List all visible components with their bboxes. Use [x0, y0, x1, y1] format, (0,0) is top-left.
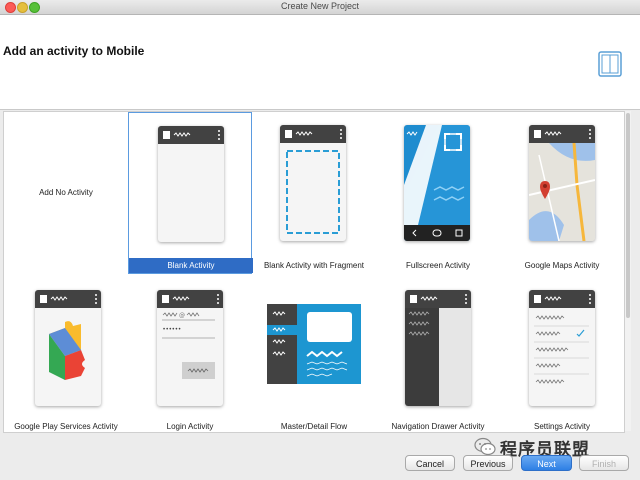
activity-gallery: Add No Activity Blank Activity Blank Act… — [3, 111, 625, 433]
tile-blank-activity[interactable]: Blank Activity — [128, 112, 253, 274]
play-services-preview — [35, 290, 101, 406]
gallery-scrollbar[interactable] — [625, 111, 631, 431]
finish-button[interactable]: Finish — [579, 455, 629, 471]
window-titlebar: Create New Project — [0, 0, 640, 15]
previous-button[interactable]: Previous — [463, 455, 513, 471]
tile-label: Navigation Drawer Activity — [391, 422, 485, 431]
fullscreen-preview — [404, 125, 470, 241]
maps-preview — [529, 125, 595, 241]
tile-master-detail-flow[interactable]: Master/Detail Flow — [252, 277, 376, 432]
tile-label: Google Play Services Activity — [14, 422, 118, 431]
tile-label: Add No Activity — [39, 188, 93, 197]
tile-label: Google Maps Activity — [524, 261, 600, 270]
wizard-header: Add an activity to Mobile — [0, 15, 640, 110]
svg-text:@: @ — [179, 312, 185, 319]
sign-in-button-preview — [182, 362, 215, 379]
tile-google-maps-activity[interactable]: Google Maps Activity — [500, 112, 624, 274]
device-icon — [598, 51, 622, 77]
navigation-drawer-preview — [405, 290, 471, 406]
tile-label: Settings Activity — [533, 422, 591, 431]
puzzle-icon — [49, 321, 85, 380]
scrollbar-thumb[interactable] — [626, 113, 630, 318]
tile-login-activity[interactable]: @ •••••• Login Activity — [128, 277, 252, 432]
tile-blank-activity-fragment[interactable]: Blank Activity with Fragment — [252, 112, 376, 274]
page-title: Add an activity to Mobile — [3, 44, 145, 58]
tile-label: Fullscreen Activity — [405, 261, 471, 270]
tile-settings-activity[interactable]: Settings Activity — [500, 277, 624, 432]
settings-preview — [529, 290, 595, 406]
wechat-logo-icon — [474, 437, 496, 456]
cancel-button[interactable]: Cancel — [405, 455, 455, 471]
tile-google-play-services-activity[interactable]: Google Play Services Activity — [4, 277, 128, 432]
next-button[interactable]: Next — [521, 455, 572, 471]
tile-navigation-drawer-activity[interactable]: Navigation Drawer Activity — [376, 277, 500, 432]
login-preview: @ •••••• — [157, 290, 223, 406]
password-field: •••••• — [163, 327, 182, 333]
tile-label: Master/Detail Flow — [280, 422, 348, 431]
wizard-buttons: Cancel Previous Next Finish — [0, 455, 640, 471]
tile-label: Login Activity — [166, 422, 214, 431]
tile-label: Blank Activity — [129, 258, 253, 273]
tile-label: Blank Activity with Fragment — [263, 261, 365, 270]
window-title: Create New Project — [280, 1, 360, 11]
blank-fragment-preview — [280, 125, 346, 241]
tile-fullscreen-activity[interactable]: Fullscreen Activity — [376, 112, 500, 274]
tile-add-no-activity[interactable]: Add No Activity — [4, 112, 128, 274]
master-detail-preview — [267, 304, 361, 384]
blank-activity-preview — [158, 126, 224, 242]
